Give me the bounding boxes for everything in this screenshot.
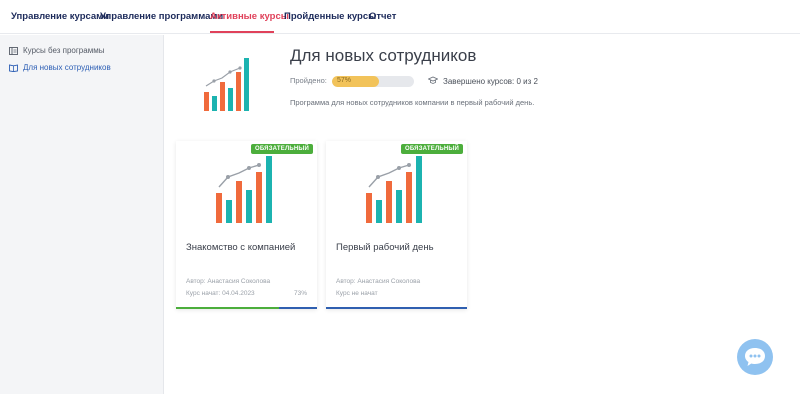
chat-button[interactable] [737,339,773,375]
course-title: Знакомство с компанией [186,242,296,253]
sidebar-item-label: Курсы без программы [23,46,105,55]
course-progress-bar [176,307,317,309]
sidebar-item-new-employees[interactable]: Для новых сотрудников [9,63,111,72]
program-chart-illustration [204,58,249,111]
course-status: Курс не начат [336,290,378,297]
course-title: Первый рабочий день [336,242,434,253]
course-progress-fill [176,307,279,309]
sidebar-item-label: Для новых сотрудников [23,63,111,72]
course-chart-illustration [366,156,422,223]
active-tab-indicator [210,31,274,33]
course-card-first-day[interactable]: ОБЯЗАТЕЛЬНЫЙ Первый рабочий день Автор: … [326,141,467,309]
course-progress-bar [326,307,467,309]
passed-label: Пройдено: [290,76,327,85]
course-percent: 73% [293,290,307,297]
course-status: Курс начат: 04.04.2023 [186,290,255,297]
tab-course-management[interactable]: Управление курсами [11,11,109,22]
program-title: Для новых сотрудников [290,46,477,65]
tab-completed-courses[interactable]: Пройденные курсы [284,11,376,22]
required-badge: ОБЯЗАТЕЛЬНЫЙ [400,144,463,154]
completed-courses-text: Завершено курсов: 0 из 2 [443,77,538,86]
top-navigation: Управление курсами Управление программам… [0,0,800,34]
course-author: Автор: Анастасия Соколова [336,278,421,285]
graduation-cap-icon [428,76,438,84]
sidebar: Курсы без программы Для новых сотруднико… [0,35,164,394]
tab-active-courses[interactable]: Активные курсы [210,11,289,22]
book-icon [9,63,18,72]
course-author: Автор: Анастасия Соколова [186,278,271,285]
catalog-icon [9,46,18,55]
tab-report[interactable]: Отчет [369,11,396,22]
sidebar-item-no-program[interactable]: Курсы без программы [9,46,104,55]
course-chart-illustration [216,156,272,223]
tab-program-management[interactable]: Управление программами [100,11,223,22]
required-badge: ОБЯЗАТЕЛЬНЫЙ [250,144,313,154]
chat-bubble-icon [745,348,765,366]
course-card-acquaintance[interactable]: ОБЯЗАТЕЛЬНЫЙ Знакомство с компанией Авто… [176,141,317,309]
program-progress-text: 57% [337,77,352,84]
program-description: Программа для новых сотрудников компании… [290,98,535,107]
